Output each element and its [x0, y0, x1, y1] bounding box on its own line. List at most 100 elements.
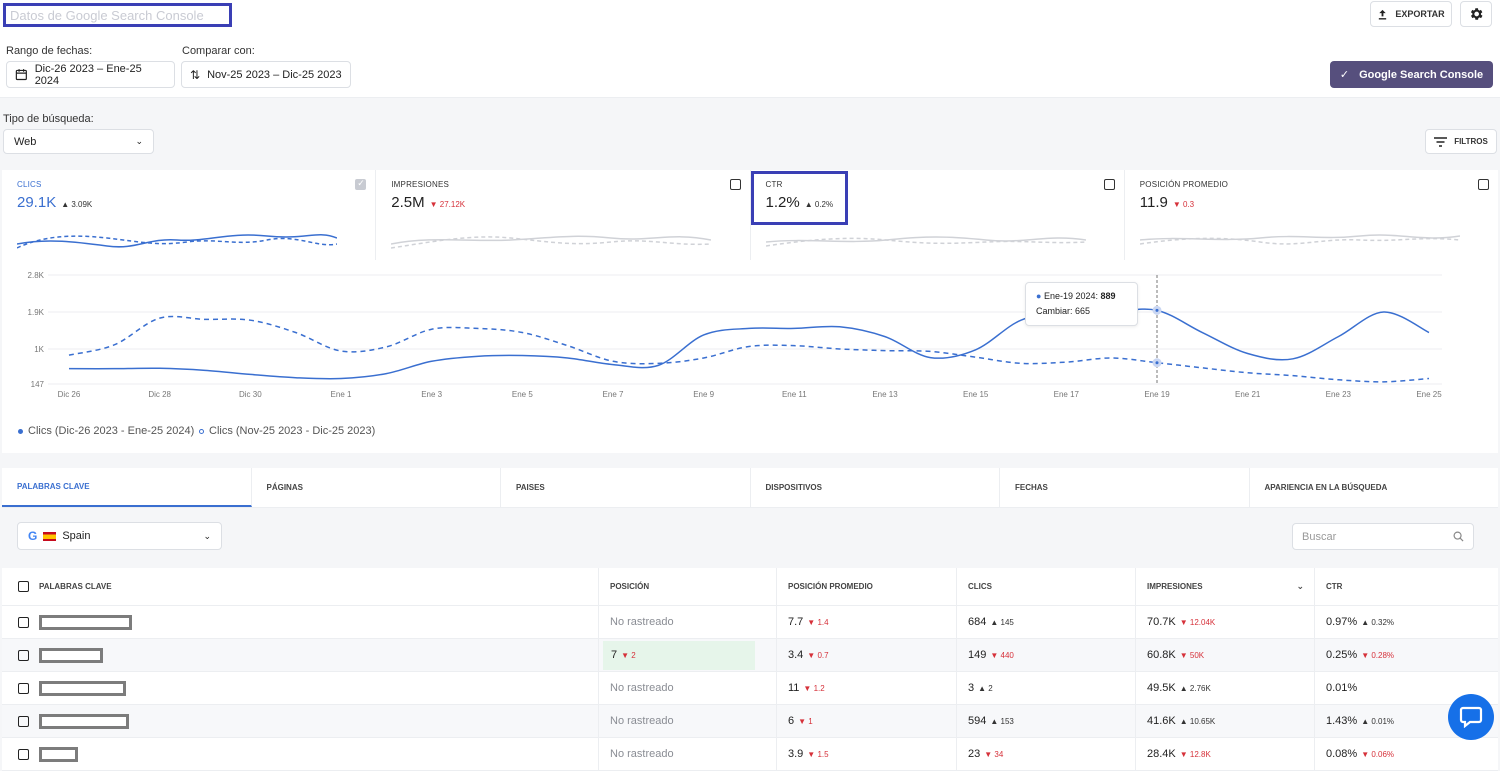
filters-button[interactable]: FILTROS — [1425, 129, 1497, 154]
delta: ▼ 0.7 — [807, 650, 829, 660]
swap-arrows-icon: ⇅ — [190, 67, 201, 82]
tab-dispositivos[interactable]: DISPOSITIVOS — [751, 468, 1000, 507]
table-row[interactable]: No rastreado 11 ▼ 1.2 3 ▲ 2 49.5K ▲ 2.76K 0.01% — [2, 672, 1498, 705]
tab-paises[interactable]: PAISES — [501, 468, 751, 507]
export-button[interactable]: EXPORTAR — [1370, 1, 1452, 27]
row-checkbox[interactable] — [18, 715, 29, 727]
metric-checkbox[interactable] — [1103, 179, 1115, 190]
legend-item-current[interactable]: Clics (Dic-26 2023 - Ene-25 2024) — [18, 425, 194, 437]
avg-position-cell: 11 ▼ 1.2 — [777, 672, 957, 704]
x-tick-label: Ene 25 — [1416, 390, 1442, 399]
delta: ▲ 145 — [990, 617, 1014, 627]
metric-delta-value: 3.09K — [71, 200, 93, 209]
tooltip-row-compare: Cambiar: 665 — [1036, 306, 1127, 316]
sparkline-posicion — [1139, 234, 1460, 245]
tab-paginas[interactable]: PÁGINAS — [252, 468, 501, 507]
delta: ▼ 12.04K — [1179, 617, 1216, 627]
row-checkbox[interactable] — [18, 649, 29, 661]
legend-dot — [18, 428, 23, 434]
export-label: EXPORTAR — [1395, 9, 1445, 19]
x-tick-label: Ene 7 — [603, 390, 624, 399]
tab-fechas[interactable]: FECHAS — [1000, 468, 1250, 507]
avg-position-cell: 3.4 ▼ 0.7 — [777, 639, 957, 671]
tab-apariencia[interactable]: APARIENCIA EN LA BÚSQUEDA — [1250, 468, 1499, 507]
table-row[interactable]: No rastreado 6 ▼ 1 594 ▲ 153 41.6K ▲ 10.65K 1.4… — [2, 705, 1498, 738]
delta: ▼ 50K — [1179, 650, 1205, 660]
metric-value: 2.5M — [391, 194, 425, 211]
header-keyword: PALABRAS CLAVE — [2, 568, 599, 605]
metric-delta-value: 27.12K — [439, 200, 466, 209]
search-type-select[interactable]: Web ⌄ — [3, 129, 154, 154]
header-position[interactable]: POSICIÓN — [599, 568, 777, 605]
metric-delta: ▲ 3.09K — [61, 200, 93, 209]
keywords-table: PALABRAS CLAVE POSICIÓN POSICIÓN PROMEDI… — [2, 568, 1498, 771]
impressions-value: 70.7K — [1147, 616, 1176, 628]
legend-item-compare[interactable]: Clics (Nov-25 2023 - Dic-25 2023) — [199, 425, 375, 437]
page-title: Datos de Google Search Console — [3, 3, 232, 27]
table-row[interactable]: No rastreado 3.9 ▼ 1.5 23 ▼ 34 28.4K ▼ 12.8K 0.… — [2, 738, 1498, 771]
metric-checkbox[interactable] — [1478, 179, 1489, 190]
metric-card-clics[interactable]: CLICS 29.1K ▲ 3.09K — [2, 170, 377, 260]
clicks-value: 149 — [968, 649, 987, 661]
header-clicks[interactable]: CLICS — [957, 568, 1136, 605]
metric-name: IMPRESIONES — [391, 180, 450, 189]
search-icon — [1453, 531, 1464, 542]
tab-palabras-clave[interactable]: PALABRAS CLAVE — [2, 468, 252, 507]
table-row[interactable]: No rastreado 7.7 ▼ 1.4 684 ▲ 145 70.7K ▼ 12.04… — [2, 606, 1498, 639]
position-value: No rastreado — [610, 616, 674, 628]
x-tick-label: Dic 30 — [239, 390, 262, 399]
chat-button[interactable] — [1448, 694, 1494, 740]
position-cell: No rastreado — [599, 738, 777, 770]
tooltip-label: Ene-19 2024: — [1043, 291, 1098, 301]
delta-value: 2 — [988, 683, 993, 693]
metric-checkbox[interactable] — [355, 178, 367, 190]
x-tick-label: Dic 26 — [58, 390, 81, 399]
redacted-keyword — [39, 746, 78, 762]
ctr-cell: 0.25% ▼ 0.28% — [1315, 639, 1498, 671]
clicks-cell: 594 ▲ 153 — [957, 705, 1136, 737]
row-checkbox[interactable] — [18, 616, 29, 628]
search-input[interactable]: Buscar — [1292, 523, 1474, 550]
header-ctr[interactable]: CTR — [1315, 568, 1498, 605]
delta: ▲ 2.76K — [1179, 683, 1211, 693]
tooltip-row-current: ● Ene-19 2024: 889 — [1036, 291, 1116, 301]
row-checkbox[interactable] — [18, 682, 29, 694]
avg-value: 3.4 — [788, 649, 804, 661]
chart-tooltip: ● Ene-19 2024: 889 Cambiar: 665 — [1025, 282, 1138, 326]
metric-card-impresiones[interactable]: IMPRESIONES 2.5M ▼ 27.12K — [376, 170, 751, 260]
delta: ▲ 0.32% — [1361, 617, 1395, 627]
hover-point — [1152, 358, 1162, 368]
legend-label: Clics (Dic-26 2023 - Ene-25 2024) — [28, 425, 195, 437]
metric-card-posicion[interactable]: POSICIÓN PROMEDIO 11.9 ▼ 0.3 — [1124, 170, 1498, 260]
row-checkbox[interactable] — [18, 748, 29, 760]
metric-checkbox[interactable] — [729, 179, 741, 190]
delta-value: 12.8K — [1189, 749, 1211, 759]
google-search-console-button[interactable]: ✓ Google Search Console — [1330, 61, 1493, 88]
avg-position-cell: 3.9 ▼ 1.5 — [777, 738, 957, 770]
select-all-checkbox[interactable] — [18, 581, 29, 592]
sparkline-clics — [17, 234, 337, 249]
keyword-cell — [2, 606, 599, 638]
compare-range-picker[interactable]: ⇅ Nov-25 2023 – Dic-25 2023 — [181, 61, 351, 88]
delta-value: 1.5 — [817, 749, 829, 759]
x-tick-label: Ene 19 — [1144, 390, 1170, 399]
spain-flag-icon — [43, 531, 57, 541]
tooltip-compare-label: Cambiar: — [1036, 306, 1073, 316]
ctr-value: 0.01% — [1326, 682, 1358, 694]
country-select[interactable]: G Spain ⌄ — [17, 522, 222, 550]
metric-value-row: 11.9 ▼ 0.3 — [1140, 194, 1483, 211]
header-avg-position[interactable]: POSICIÓN PROMEDIO — [777, 568, 957, 605]
y-tick-label: 1K — [34, 345, 44, 354]
impressions-cell: 49.5K ▲ 2.76K — [1136, 672, 1315, 704]
delta: ▼ 1 — [798, 716, 813, 726]
metric-cards: CLICS 29.1K ▲ 3.09K IMPRESIONES 2.5M ▼ 2… — [2, 170, 1498, 260]
impressions-cell: 41.6K ▲ 10.65K — [1136, 705, 1315, 737]
chevron-down-icon: ⌄ — [135, 136, 143, 146]
redacted-keyword — [39, 647, 103, 663]
table-row[interactable]: 7 ▼ 2 3.4 ▼ 0.7 149 ▼ 440 60.8K ▼ 50K 0.25% ▼ 0.2… — [2, 639, 1498, 672]
header-impressions[interactable]: IMPRESIONES ⌄ — [1136, 568, 1315, 605]
delta-value: 34 — [994, 749, 1004, 759]
sparkline-ctr — [765, 236, 1086, 247]
date-range-picker[interactable]: Dic-26 2023 – Ene-25 2024 — [6, 61, 175, 88]
settings-button[interactable] — [1460, 1, 1492, 27]
